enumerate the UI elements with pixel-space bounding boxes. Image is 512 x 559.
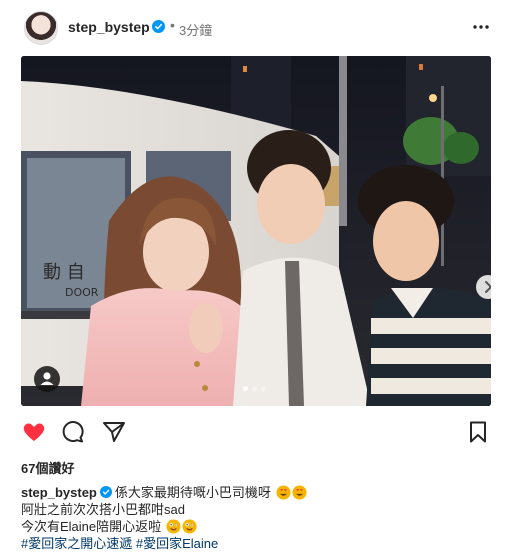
caption-text-3: 今次有Elaine陪開心返啦	[21, 519, 162, 534]
post-caption: step_bystep 係大家最期待嘅小巴司機呀 阿壯之前次次搭小巴都咁sad …	[21, 484, 491, 552]
heart-eyes-emoji-icon	[291, 485, 307, 500]
post-header: step_bystep • 3分鐘	[0, 0, 512, 56]
bus-sign-text: 動 自	[43, 262, 85, 283]
caption-username[interactable]: step_bystep	[21, 485, 97, 500]
post-username[interactable]: step_bystep	[68, 19, 150, 35]
photo-illustration: 動 自 DOOR	[21, 56, 491, 406]
carousel-dot	[243, 386, 248, 391]
verified-badge-icon	[152, 20, 165, 33]
caption-line-1: step_bystep 係大家最期待嘅小巴司機呀	[21, 484, 491, 501]
carousel-next-button[interactable]	[476, 275, 491, 299]
caption-hashtags: #愛回家之開心速遞 #愛回家Elaine	[21, 535, 491, 552]
hashtag-link[interactable]: #愛回家之開心速遞	[21, 536, 132, 551]
zany-face-emoji-icon	[182, 519, 197, 534]
like-count[interactable]: 67個讚好	[21, 458, 74, 477]
post-time: 3分鐘	[179, 23, 213, 38]
paper-plane-icon[interactable]	[101, 419, 127, 445]
user-tag-icon	[40, 372, 54, 385]
post-photo[interactable]: 動 自 DOOR	[21, 56, 491, 406]
chevron-right-icon	[485, 281, 491, 293]
caption-line-3: 今次有Elaine陪開心返啦	[21, 518, 491, 535]
carousel-dot	[261, 386, 266, 391]
carousel-dot	[252, 386, 257, 391]
heart-filled-icon[interactable]	[21, 419, 47, 445]
caption-text-1: 係大家最期待嘅小巴司機呀	[114, 485, 271, 500]
action-bar	[0, 410, 512, 452]
carousel-indicator	[243, 386, 271, 392]
user-tag-button[interactable]	[34, 366, 60, 392]
caption-line-2: 阿壯之前次次搭小巴都咁sad	[21, 502, 185, 517]
verified-badge-icon	[99, 486, 112, 498]
more-horizontal-icon[interactable]	[470, 16, 492, 38]
hashtag-link[interactable]: #愛回家Elaine	[136, 536, 218, 551]
avatar[interactable]	[24, 11, 58, 45]
bookmark-icon[interactable]	[465, 419, 491, 445]
bus-door-text: DOOR	[65, 286, 99, 299]
zany-face-emoji-icon	[166, 519, 181, 534]
separator-dot: •	[170, 17, 175, 33]
heart-eyes-emoji-icon	[275, 485, 291, 500]
comment-icon[interactable]	[60, 419, 86, 445]
